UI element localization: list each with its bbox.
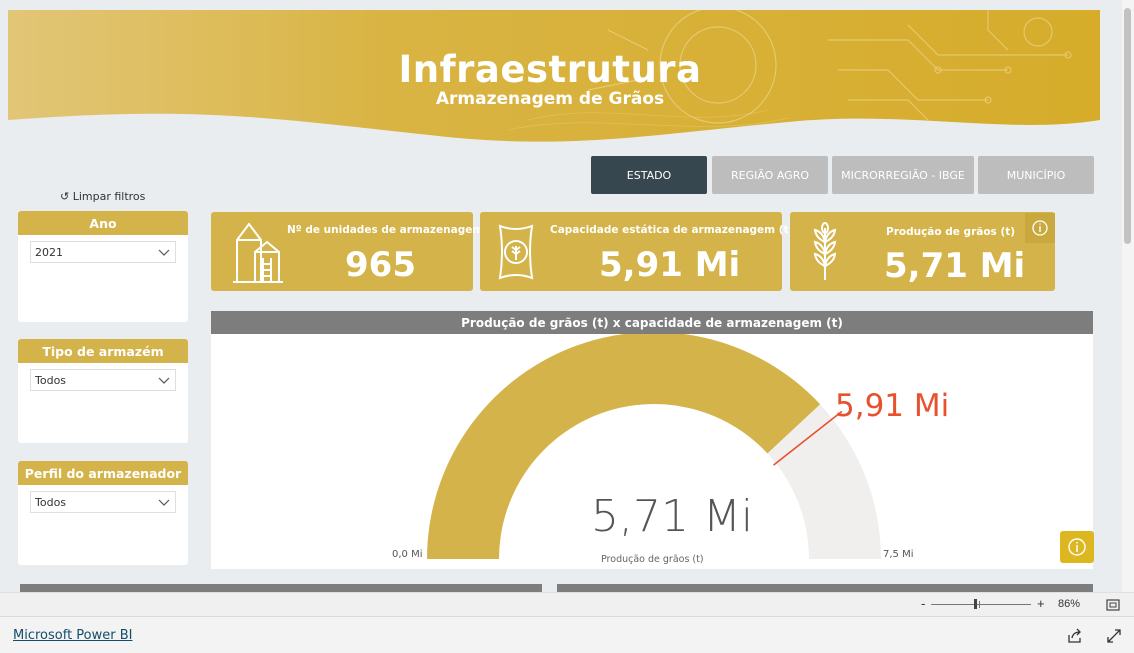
tab-estado[interactable]: ESTADO bbox=[591, 156, 707, 194]
wheat-icon bbox=[813, 222, 837, 280]
gauge-value-label: 5,71 Mi bbox=[591, 491, 754, 542]
page-subtitle: Armazenagem de Grãos bbox=[435, 89, 665, 109]
bottom-visual-left-header bbox=[20, 584, 542, 592]
tipo-dropdown-value: Todos bbox=[35, 373, 67, 387]
tipo-dropdown[interactable]: Todos bbox=[30, 369, 176, 391]
gauge-caption: Produção de grãos (t) bbox=[601, 554, 704, 565]
gauge-max-label: 7,5 Mi bbox=[883, 549, 914, 560]
gauge-target-label: 5,91 Mi bbox=[835, 388, 950, 424]
vertical-scrollbar[interactable] bbox=[1122, 0, 1134, 592]
scrollbar-thumb[interactable] bbox=[1124, 8, 1131, 244]
header-banner: Infraestrutura Armazenagem de Grãos bbox=[8, 10, 1100, 160]
zoom-out-button[interactable]: - bbox=[921, 596, 925, 611]
power-bi-link[interactable]: Microsoft Power BI bbox=[13, 628, 132, 643]
slicer-perfil-armazenador: Perfil do armazenador Todos bbox=[18, 461, 188, 565]
slicer-tipo-armazem: Tipo de armazém Todos bbox=[18, 339, 188, 443]
slicer-perfil-title: Perfil do armazenador bbox=[18, 461, 188, 485]
zoom-slider-midmark bbox=[979, 601, 980, 608]
share-icon[interactable] bbox=[1067, 628, 1083, 644]
footer-bar: Microsoft Power BI bbox=[0, 616, 1134, 653]
gauge-min-label: 0,0 Mi bbox=[392, 549, 423, 560]
kpi-producao-label: Produção de grãos (t) bbox=[886, 226, 1016, 238]
kpi-unidades-value: 965 bbox=[345, 245, 416, 285]
grain-bag-icon bbox=[498, 224, 534, 280]
ano-dropdown[interactable]: 2021 bbox=[30, 241, 176, 263]
clear-filters-button[interactable]: ↺ Limpar filtros bbox=[60, 190, 145, 203]
kpi-producao-card: Produção de grãos (t) 5,71 Mi bbox=[790, 212, 1055, 291]
gauge-title: Produção de grãos (t) x capacidade de ar… bbox=[211, 311, 1093, 334]
slicer-ano: Ano 2021 bbox=[18, 211, 188, 322]
slicer-ano-title: Ano bbox=[18, 211, 188, 235]
zoom-level: 86% bbox=[1058, 598, 1081, 610]
perfil-dropdown[interactable]: Todos bbox=[30, 491, 176, 513]
perfil-dropdown-value: Todos bbox=[35, 495, 67, 509]
page-title: Infraestrutura bbox=[398, 48, 702, 91]
kpi-producao-value: 5,71 Mi bbox=[884, 246, 1026, 286]
tab-microrregiao-ibge[interactable]: MICRORREGIÃO - IBGE bbox=[832, 156, 974, 194]
tab-regiao-agro[interactable]: REGIÃO AGRO bbox=[712, 156, 828, 194]
chevron-down-icon bbox=[158, 249, 170, 256]
info-icon[interactable] bbox=[1025, 213, 1055, 243]
chevron-down-icon bbox=[158, 377, 170, 384]
fit-to-page-icon[interactable] bbox=[1106, 599, 1120, 611]
chevron-down-icon bbox=[158, 499, 170, 506]
kpi-unidades-card: Nº de unidades de armazenagem 965 bbox=[211, 212, 483, 291]
kpi-capacidade-value: 5,91 Mi bbox=[599, 245, 741, 285]
kpi-capacidade-label: Capacidade estática de armazenagem (t) bbox=[550, 224, 794, 236]
bottom-visual-right-header bbox=[557, 584, 1093, 592]
zoom-bar: - + 86% bbox=[0, 592, 1134, 617]
kpi-capacidade-card: Capacidade estática de armazenagem (t) 5… bbox=[480, 212, 793, 291]
zoom-slider-thumb[interactable] bbox=[974, 599, 977, 609]
gauge-card: Produção de grãos (t) x capacidade de ar… bbox=[211, 311, 1094, 569]
zoom-in-button[interactable]: + bbox=[1037, 596, 1045, 611]
ano-dropdown-value: 2021 bbox=[35, 245, 63, 259]
info-icon[interactable] bbox=[1060, 531, 1094, 563]
zoom-slider[interactable] bbox=[931, 599, 1031, 609]
kpi-unidades-label: Nº de unidades de armazenagem bbox=[287, 224, 484, 236]
fullscreen-icon[interactable] bbox=[1106, 628, 1122, 644]
silo-icon bbox=[233, 222, 283, 283]
report-canvas: Infraestrutura Armazenagem de Grãos ESTA… bbox=[0, 0, 1122, 592]
tab-municipio[interactable]: MUNICÍPIO bbox=[978, 156, 1094, 194]
slicer-tipo-title: Tipo de armazém bbox=[18, 339, 188, 363]
